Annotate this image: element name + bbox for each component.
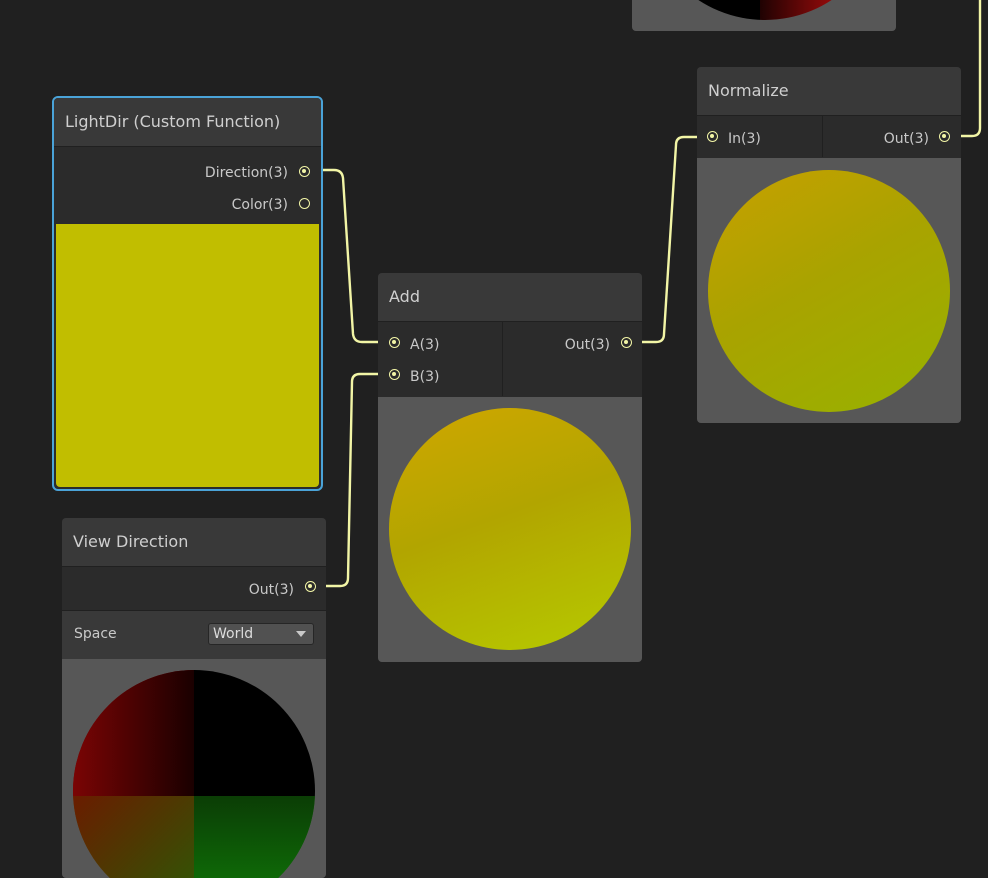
node-normalize-divider [822, 115, 823, 157]
port-viewdir-output[interactable] [305, 581, 316, 592]
node-add-divider [502, 321, 503, 396]
sphere-bottom-left-shade [73, 795, 194, 878]
port-direction-output[interactable] [299, 166, 310, 177]
port-add-output[interactable] [621, 337, 632, 348]
node-view-direction-preview [62, 659, 326, 878]
port-label-b: B(3) [410, 369, 440, 385]
node-lightdir[interactable]: LightDir (Custom Function) Direction(3) … [52, 96, 323, 491]
node-normalize-preview [697, 158, 961, 423]
port-b-input[interactable] [389, 369, 400, 380]
node-add[interactable]: Add A(3) B(3) Out(3) [378, 273, 642, 662]
port-a-input[interactable] [389, 337, 400, 348]
space-dropdown[interactable]: World [208, 623, 314, 645]
node-add-preview [378, 397, 642, 662]
node-view-direction-settings: Space World [62, 610, 326, 660]
port-label-viewdir-out: Out(3) [248, 582, 294, 598]
port-label-add-out: Out(3) [564, 337, 610, 353]
port-in-input[interactable] [707, 131, 718, 142]
node-view-direction-preview-sphere [73, 670, 315, 878]
port-label-direction: Direction(3) [204, 165, 288, 181]
port-label-a: A(3) [410, 337, 440, 353]
sphere-top-left-shade [73, 670, 194, 796]
node-lightdir-preview [56, 224, 319, 487]
node-normalize-preview-sphere [708, 170, 950, 412]
port-label-color: Color(3) [231, 197, 288, 213]
node-normalize[interactable]: Normalize In(3) Out(3) [697, 67, 961, 423]
chevron-down-icon [296, 631, 306, 637]
port-label-in: In(3) [728, 131, 761, 147]
sphere-bottom-right-shade [194, 795, 315, 878]
space-label: Space [74, 626, 117, 642]
node-view-direction-title: View Direction [62, 518, 326, 567]
port-normalize-output[interactable] [939, 131, 950, 142]
node-view-direction[interactable]: View Direction Out(3) Space World [62, 518, 326, 878]
space-dropdown-value: World [213, 626, 254, 642]
port-color-output[interactable] [299, 198, 310, 209]
node-add-title: Add [378, 273, 642, 322]
node-lightdir-title: LightDir (Custom Function) [54, 98, 321, 147]
node-add-preview-sphere [389, 408, 631, 650]
node-normalize-title: Normalize [697, 67, 961, 116]
port-label-normalize-out: Out(3) [883, 131, 929, 147]
